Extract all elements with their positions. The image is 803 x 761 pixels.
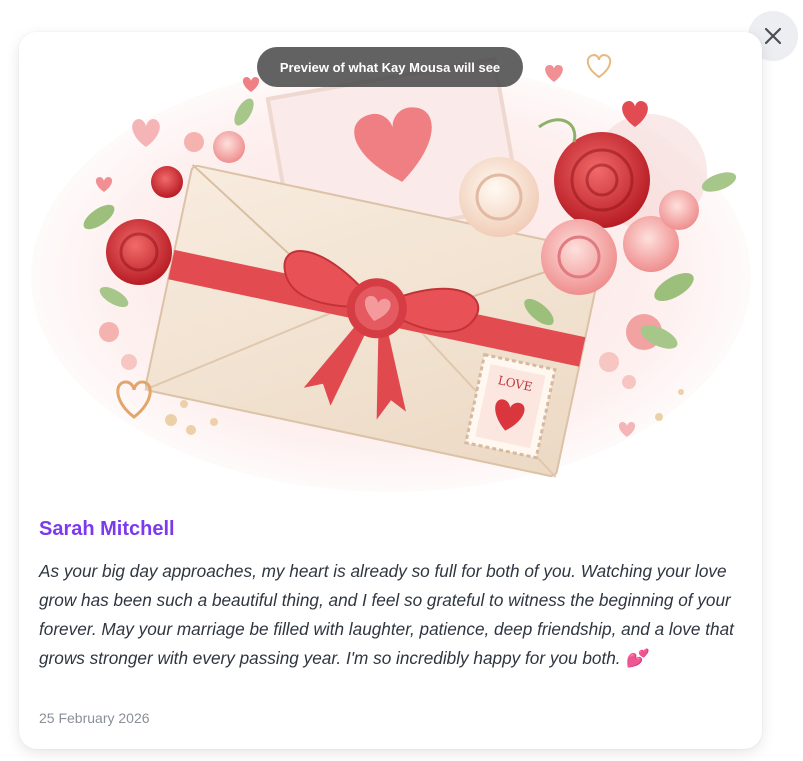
message-date: 25 February 2026	[39, 710, 150, 726]
love-letter-envelope-illustration: LOVE	[19, 32, 762, 498]
message-card: LOVE Preview of what Kay Mousa will see …	[19, 32, 762, 749]
preview-badge: Preview of what Kay Mousa will see	[257, 47, 523, 87]
card-illustration: LOVE Preview of what Kay Mousa will see	[19, 32, 762, 498]
close-icon	[764, 27, 782, 45]
message-body: As your big day approaches, my heart is …	[39, 561, 734, 668]
sender-name: Sarah Mitchell	[39, 518, 175, 540]
